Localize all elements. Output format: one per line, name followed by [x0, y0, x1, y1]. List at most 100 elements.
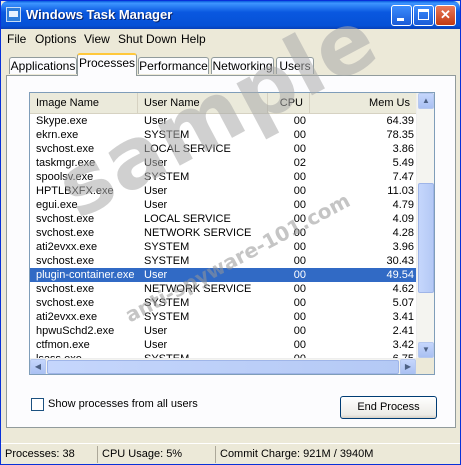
column-mem-usage[interactable]: Mem Us: [310, 93, 416, 113]
table-row[interactable]: taskmgr.exe User 02 5.49: [30, 156, 416, 170]
cell-user-name: LOCAL SERVICE: [144, 213, 231, 225]
cell-cpu: 02: [293, 157, 306, 169]
table-row[interactable]: Skype.exe User 00 64.39: [30, 114, 416, 128]
cell-mem-usage: 7.47: [392, 171, 414, 183]
scroll-up-button[interactable]: ▲: [418, 93, 434, 109]
cell-image-name: HPTLBXFX.exe: [36, 185, 114, 197]
table-row[interactable]: egui.exe User 00 4.79: [30, 198, 416, 212]
cell-cpu: 00: [293, 297, 306, 309]
tab-processes[interactable]: Processes: [77, 53, 137, 76]
cell-cpu: 00: [293, 339, 306, 351]
maximize-button[interactable]: [413, 5, 434, 26]
cell-image-name: hpwuSchd2.exe: [36, 325, 115, 337]
cell-image-name: egui.exe: [36, 199, 78, 211]
tab-networking[interactable]: Networking: [211, 57, 274, 74]
cell-mem-usage: 4.62: [392, 283, 414, 295]
table-row[interactable]: HPTLBXFX.exe User 00 11.03: [30, 184, 416, 198]
table-row[interactable]: svchost.exe SYSTEM 00 5.07: [30, 296, 416, 310]
cell-mem-usage: 4.09: [392, 213, 414, 225]
cell-cpu: 00: [293, 311, 306, 323]
window-title: Windows Task Manager: [26, 7, 173, 22]
status-process-count: Processes: 38: [5, 448, 75, 460]
process-list-header: Image Name User Name CPU Mem Us: [30, 93, 416, 114]
cell-user-name: SYSTEM: [144, 241, 190, 253]
cell-mem-usage: 5.49: [392, 157, 414, 169]
scroll-left-button[interactable]: ◀: [30, 359, 46, 374]
table-row[interactable]: hpwuSchd2.exe User 00 2.41: [30, 324, 416, 338]
cell-image-name: ati2evxx.exe: [36, 241, 98, 253]
table-row[interactable]: ati2evxx.exe SYSTEM 00 3.96: [30, 240, 416, 254]
cell-mem-usage: 4.79: [392, 199, 414, 211]
table-row[interactable]: svchost.exe LOCAL SERVICE 00 3.86: [30, 142, 416, 156]
cell-image-name: svchost.exe: [36, 297, 95, 309]
cell-cpu: 00: [293, 115, 306, 127]
table-row[interactable]: ctfmon.exe User 00 3.42: [30, 338, 416, 352]
horizontal-scroll-thumb[interactable]: [47, 360, 399, 374]
table-row[interactable]: ekrn.exe SYSTEM 00 78.35: [30, 128, 416, 142]
cell-mem-usage: 78.35: [386, 129, 414, 141]
column-image-name[interactable]: Image Name: [30, 93, 138, 113]
cell-cpu: 00: [293, 255, 306, 267]
cell-cpu: 00: [293, 325, 306, 337]
task-manager-window: Windows Task Manager ✕ File Options View…: [0, 0, 461, 465]
status-cpu-usage: CPU Usage: 5%: [97, 446, 215, 463]
cell-image-name: ati2evxx.exe: [36, 311, 98, 323]
close-button[interactable]: ✕: [435, 5, 456, 26]
minimize-button[interactable]: [391, 5, 412, 26]
cell-mem-usage: 64.39: [386, 115, 414, 127]
table-row[interactable]: ati2evxx.exe SYSTEM 00 3.41: [30, 310, 416, 324]
cell-user-name: User: [144, 115, 168, 127]
status-commit-charge: Commit Charge: 921M / 3940M: [215, 446, 460, 463]
column-cpu[interactable]: CPU: [268, 93, 310, 113]
cell-image-name: svchost.exe: [36, 227, 95, 239]
table-row[interactable]: svchost.exe NETWORK SERVICE 00 4.62: [30, 282, 416, 296]
close-icon: ✕: [440, 7, 451, 22]
process-list[interactable]: Image Name User Name CPU Mem Us Skype.ex…: [29, 92, 435, 375]
tab-applications[interactable]: Applications: [9, 57, 77, 74]
cell-mem-usage: 11.03: [387, 185, 414, 197]
menu-help[interactable]: Help: [181, 32, 206, 46]
horizontal-scrollbar[interactable]: ◀ ▶: [30, 358, 416, 374]
cell-user-name: User: [144, 339, 168, 351]
cell-user-name: SYSTEM: [144, 171, 190, 183]
table-row[interactable]: svchost.exe NETWORK SERVICE 00 4.28: [30, 226, 416, 240]
table-row[interactable]: spoolsv.exe SYSTEM 00 7.47: [30, 170, 416, 184]
cell-image-name: svchost.exe: [36, 213, 95, 225]
cell-image-name: svchost.exe: [36, 283, 95, 295]
menu-file[interactable]: File: [7, 32, 26, 46]
menu-view[interactable]: View: [84, 32, 110, 46]
cell-user-name: User: [144, 157, 168, 169]
cell-cpu: 00: [293, 269, 306, 281]
cell-user-name: NETWORK SERVICE: [144, 227, 252, 239]
show-all-users-checkbox[interactable]: [31, 398, 44, 411]
cell-image-name: ctfmon.exe: [36, 339, 90, 351]
vertical-scrollbar[interactable]: ▲ ▼: [416, 93, 434, 358]
table-row[interactable]: svchost.exe SYSTEM 00 30.43: [30, 254, 416, 268]
cell-user-name: SYSTEM: [144, 297, 190, 309]
scroll-right-button[interactable]: ▶: [400, 359, 416, 374]
cell-cpu: 00: [293, 129, 306, 141]
scroll-down-button[interactable]: ▼: [418, 342, 434, 358]
tab-performance[interactable]: Performance: [138, 57, 209, 74]
tab-users[interactable]: Users: [276, 57, 314, 74]
cell-cpu: 00: [293, 143, 306, 155]
vertical-scroll-thumb[interactable]: [418, 183, 434, 293]
status-bar: Processes: 38 CPU Usage: 5% Commit Charg…: [1, 443, 460, 464]
menu-options[interactable]: Options: [35, 32, 76, 46]
cell-user-name: SYSTEM: [144, 129, 190, 141]
table-row[interactable]: plugin-container.exe User 00 49.54: [30, 268, 416, 282]
cell-mem-usage: 5.07: [392, 297, 414, 309]
cell-user-name: NETWORK SERVICE: [144, 283, 252, 295]
table-row[interactable]: svchost.exe LOCAL SERVICE 00 4.09: [30, 212, 416, 226]
cell-mem-usage: 4.28: [392, 227, 414, 239]
show-all-users-label[interactable]: Show processes from all users: [48, 398, 198, 411]
cell-user-name: SYSTEM: [144, 255, 190, 267]
cell-user-name: User: [144, 199, 168, 211]
cell-image-name: ekrn.exe: [36, 129, 79, 141]
end-process-button[interactable]: End Process: [340, 396, 437, 419]
menu-shut-down[interactable]: Shut Down: [118, 32, 177, 46]
title-bar[interactable]: Windows Task Manager ✕: [1, 1, 460, 29]
cell-image-name: Skype.exe: [36, 115, 88, 127]
column-user-name[interactable]: User Name: [138, 93, 268, 113]
cell-mem-usage: 3.96: [392, 241, 414, 253]
